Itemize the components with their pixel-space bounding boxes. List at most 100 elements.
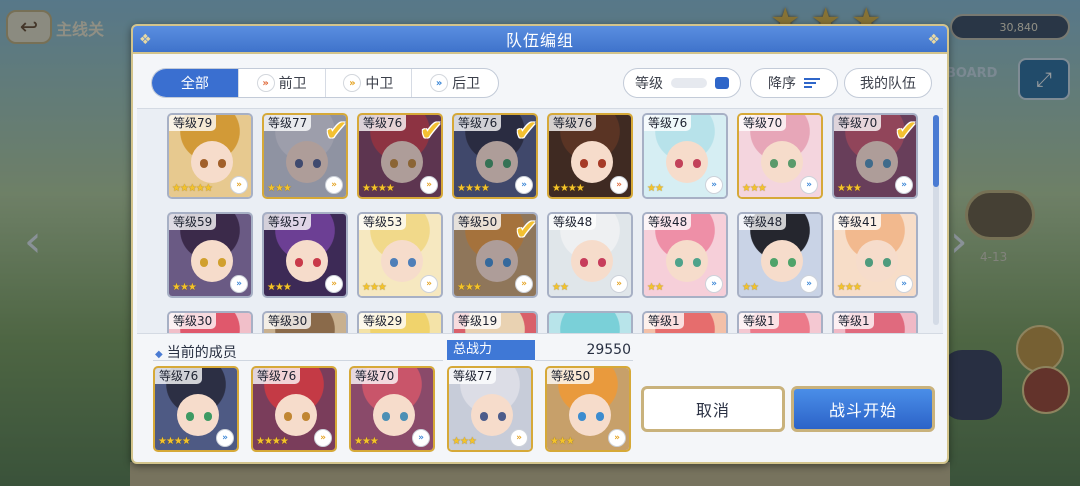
roster-card[interactable]: 等级48 ★★ »	[642, 212, 728, 298]
roster-card[interactable]: 等级48 ★★ »	[547, 212, 633, 298]
sort-level-button[interactable]: 等级	[623, 68, 741, 98]
character-eye	[580, 258, 588, 267]
roster-card[interactable]: 等级76 ★★★★ »	[547, 113, 633, 199]
middle-role-icon: »	[420, 275, 438, 293]
character-level: 等级59	[169, 214, 217, 230]
character-face	[571, 141, 613, 183]
roster-card[interactable]: 等级30	[167, 311, 253, 333]
roster-card[interactable]: 等级50 ★★★ » ✔	[452, 212, 538, 298]
character-eye	[200, 159, 208, 168]
rarity-stars: ★★★	[742, 183, 767, 194]
dialog-header: ❖ 队伍编组 ❖	[133, 26, 947, 54]
roster-card[interactable]: 等级77 ★★★ » ✔	[262, 113, 348, 199]
character-level: 等级76	[644, 115, 692, 131]
character-level: 等级70	[351, 368, 399, 384]
tab-front[interactable]: » 前卫	[237, 69, 325, 97]
my-team-button[interactable]: 我的队伍	[844, 68, 932, 98]
character-portrait	[549, 313, 631, 333]
middle-role-icon: »	[325, 275, 343, 293]
roster-card[interactable]: 等级29	[357, 311, 443, 333]
character-eye	[770, 159, 778, 168]
my-team-label: 我的队伍	[860, 76, 916, 92]
middle-role-icon: »	[325, 176, 343, 194]
character-face	[191, 141, 233, 183]
tab-all[interactable]: 全部	[152, 69, 238, 97]
front-role-icon: »	[610, 176, 628, 194]
character-eye	[598, 258, 606, 267]
character-level: 等级70	[739, 115, 787, 131]
roster-card[interactable]: 等级19	[452, 311, 538, 333]
roster-card[interactable]: 等级76 ★★★★ » ✔	[452, 113, 538, 199]
character-eye	[313, 258, 321, 267]
character-eye	[675, 258, 683, 267]
character-eye	[186, 412, 194, 421]
rarity-stars: ★★★	[837, 183, 862, 194]
rarity-stars: ★★★★	[362, 183, 395, 194]
team-member-card[interactable]: 等级50 ★★★ »	[545, 366, 631, 452]
character-level: 等级77	[264, 115, 312, 131]
tab-back[interactable]: » 后卫	[411, 69, 498, 97]
roster-card[interactable]: 等级1	[642, 311, 728, 333]
team-member-card[interactable]: 等级77 ★★★ »	[447, 366, 533, 452]
diamond-icon: ◆	[155, 349, 163, 360]
character-face	[275, 394, 317, 436]
roster-card[interactable]: 等级79 ★★★★★ »	[167, 113, 253, 199]
rarity-stars: ★★	[552, 282, 569, 293]
character-level: 等级41	[834, 214, 882, 230]
roster-card[interactable]: 等级76 ★★ »	[642, 113, 728, 199]
roster-card[interactable]: 等级59 ★★★ »	[167, 212, 253, 298]
scrollbar-thumb[interactable]	[933, 115, 939, 187]
character-eye	[865, 258, 873, 267]
character-eye	[284, 412, 292, 421]
back-role-icon: »	[412, 429, 430, 447]
roster-card[interactable]: 等级48 ★★ »	[737, 212, 823, 298]
character-level: 等级77	[449, 368, 497, 384]
roster-card[interactable]: 等级57 ★★★ »	[262, 212, 348, 298]
roster-card[interactable]: 等级53 ★★★ »	[357, 212, 443, 298]
roster-card[interactable]: 等级70 ★★★ » ✔	[832, 113, 918, 199]
character-roster[interactable]: 等级79 ★★★★★» 等级77 ★★★» ✔ 等级76 ★★★★» ✔ 等级76 ★★★★» ✔ 等…	[137, 108, 943, 334]
character-face	[761, 240, 803, 282]
rarity-stars: ★★★	[837, 282, 862, 293]
middle-role-icon: »	[608, 429, 626, 447]
character-eye	[578, 412, 586, 421]
cancel-button[interactable]: 取消	[641, 386, 785, 432]
middle-role-icon: »	[343, 74, 362, 92]
back-role-icon: »	[230, 275, 248, 293]
team-formation-dialog: ❖ 队伍编组 ❖ 全部 » 前卫 » 中卫 » 后卫 等级 降序 我的队伍 等级…	[131, 24, 949, 464]
roster-card[interactable]	[547, 311, 633, 333]
team-member-card[interactable]: 等级76 ★★★★ »	[153, 366, 239, 452]
roster-card[interactable]: 等级41 ★★★ »	[832, 212, 918, 298]
current-members-heading: ◆ 当前的成员	[155, 342, 237, 362]
team-member-card[interactable]: 等级76 ★★★★ »	[251, 366, 337, 452]
character-face	[569, 394, 611, 436]
character-level: 等级57	[264, 214, 312, 230]
roster-scrollbar[interactable]	[933, 115, 939, 325]
roster-card[interactable]: 等级1	[832, 311, 918, 333]
roster-card[interactable]: 等级70 ★★★ »	[737, 113, 823, 199]
back-role-icon: »	[705, 275, 723, 293]
character-level: 等级48	[549, 214, 597, 230]
rarity-stars: ★★★	[172, 282, 197, 293]
sort-order-button[interactable]: 降序	[750, 68, 838, 98]
character-face	[856, 240, 898, 282]
back-role-icon: »	[515, 176, 533, 194]
dialog-title: 队伍编组	[505, 31, 574, 50]
character-level: 等级76	[359, 115, 407, 131]
start-battle-button[interactable]: 战斗开始	[791, 386, 935, 432]
team-member-card[interactable]: 等级70 ★★★ »	[349, 366, 435, 452]
character-face	[286, 240, 328, 282]
roster-card[interactable]: 等级1	[737, 311, 823, 333]
tab-back-label: 后卫	[452, 76, 481, 92]
character-level: 等级48	[644, 214, 692, 230]
total-power-label: 总战力	[447, 340, 535, 360]
roster-card[interactable]: 等级30	[262, 311, 348, 333]
character-level: 等级30	[169, 313, 217, 329]
character-eye	[295, 258, 303, 267]
tab-middle[interactable]: » 中卫	[324, 69, 412, 97]
sort-level-label: 等级	[635, 76, 663, 92]
character-eye	[788, 159, 796, 168]
roster-card[interactable]: 等级76 ★★★★ » ✔	[357, 113, 443, 199]
middle-role-icon: »	[420, 176, 438, 194]
rarity-stars: ★★★	[452, 436, 477, 447]
